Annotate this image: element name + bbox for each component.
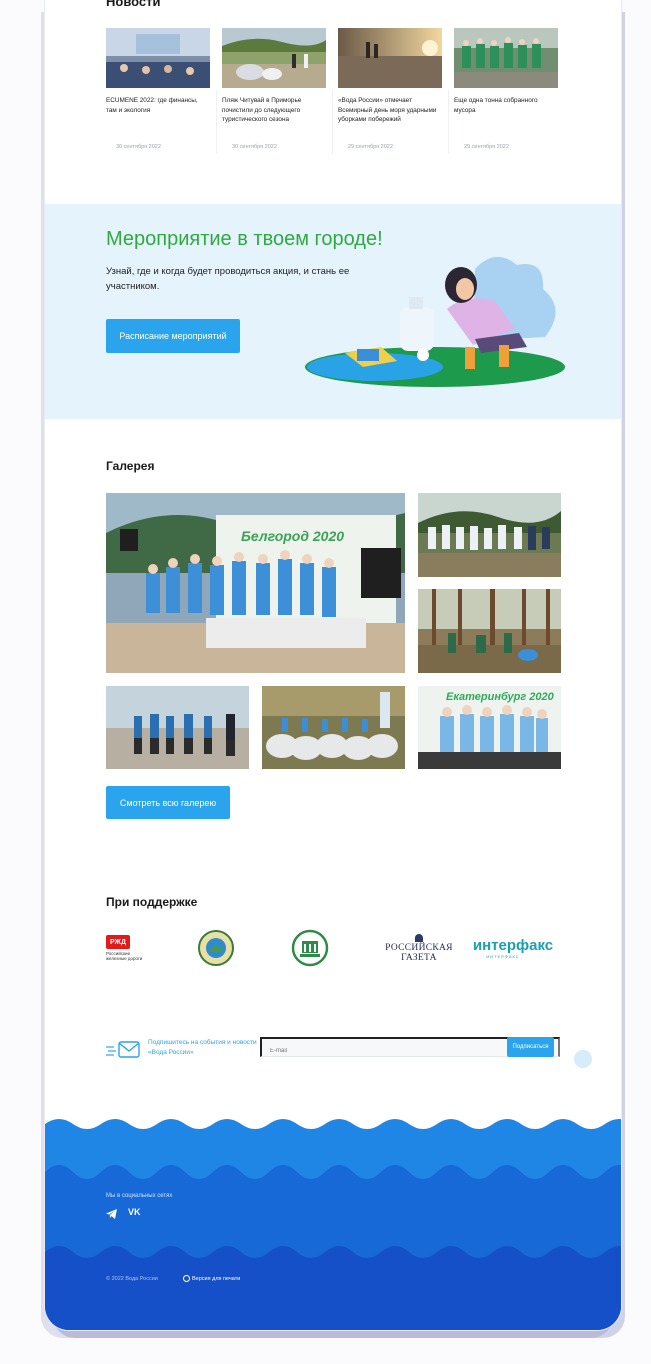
rzd-logo[interactable]: РЖД Российские железные дороги xyxy=(106,928,156,968)
rzd-logo-mark: РЖД xyxy=(106,935,130,949)
subscribe-caption: Подпишитесь на события и новости «Вода Р… xyxy=(148,1039,257,1056)
interfax-logo-text: интерфакс xyxy=(472,936,554,954)
ministry-emblem-icon xyxy=(291,929,329,967)
news-image-beach-cleanup[interactable] xyxy=(222,28,326,88)
emblem-icon xyxy=(198,930,234,966)
gallery-section-title: Галерея xyxy=(106,459,155,473)
gallery-photo-trash-bags[interactable] xyxy=(262,686,405,769)
rg-logo[interactable]: РОССИЙСКАЯ ГАЗЕТА xyxy=(379,928,459,968)
telegram-icon[interactable] xyxy=(106,1209,118,1219)
news-date: 30 сентября 2022 xyxy=(232,144,277,150)
rg-logo-text: РОССИЙСКАЯ ГАЗЕТА xyxy=(385,942,453,963)
volunteer-illustration xyxy=(305,256,565,387)
page-frame: Новости ECUMENE 2022: где финансы, там и… xyxy=(45,0,621,1330)
copyright-text: © 2022 Вода России xyxy=(106,1276,158,1282)
news-headline[interactable]: Еще одна тонна собранного мусора xyxy=(454,96,558,115)
gallery-photo-label: Екатеринбург 2020 xyxy=(446,691,555,703)
gallery-photo-forest-group[interactable] xyxy=(418,493,561,577)
partners-section-title: При поддержке xyxy=(106,895,198,909)
social-label: Мы в социальных сетях xyxy=(106,1193,173,1199)
news-headline[interactable]: «Вода России» отмечает Всемирный день мо… xyxy=(338,96,442,125)
rg-eagle-icon xyxy=(415,933,423,942)
news-card[interactable]: «Вода России» отмечает Всемирный день мо… xyxy=(332,28,442,156)
gallery-photo-label: Белгород 2020 xyxy=(241,528,344,544)
emblem-logo[interactable] xyxy=(195,928,237,968)
print-version-link[interactable]: Версия для печати xyxy=(192,1276,240,1282)
news-list: ECUMENE 2022: где финансы, там и экологи… xyxy=(106,28,561,156)
news-card[interactable]: Еще одна тонна собранного мусора 29 сент… xyxy=(448,28,558,156)
news-image-conference[interactable] xyxy=(106,28,210,88)
news-section-title: Новости xyxy=(106,0,161,9)
interfax-logo[interactable]: интерфакс ИНТЕРФАКС xyxy=(473,928,553,968)
gallery-photo-belgorod[interactable]: Белгород 2020 xyxy=(106,493,405,673)
gallery-photo-pine-forest[interactable] xyxy=(418,589,561,673)
event-schedule-button[interactable]: Расписание мероприятий xyxy=(106,319,240,353)
subscribe-button[interactable]: Подписаться xyxy=(507,1037,554,1057)
event-title: Мероприятие в твоем городе! xyxy=(106,228,383,250)
gallery-view-all-button[interactable]: Смотреть всю галерею xyxy=(106,786,230,819)
gallery-photo-lakeside[interactable] xyxy=(106,686,249,769)
vk-icon[interactable]: VK xyxy=(128,1207,146,1217)
event-banner: Мероприятие в твоем городе! Узнай, где и… xyxy=(45,204,621,419)
news-card[interactable]: ECUMENE 2022: где финансы, там и экологи… xyxy=(106,28,210,156)
ministry-logo[interactable] xyxy=(288,928,332,968)
news-image-volunteers[interactable] xyxy=(454,28,558,88)
scroll-top-button[interactable] xyxy=(574,1050,592,1068)
news-date: 29 сентября 2022 xyxy=(464,144,509,150)
news-headline[interactable]: ECUMENE 2022: где финансы, там и экологи… xyxy=(106,96,210,115)
news-date: 30 сентября 2022 xyxy=(116,144,161,150)
footer-waves xyxy=(45,1119,621,1330)
news-card[interactable]: Пляж Читувай в Приморье почистили до сле… xyxy=(216,28,326,156)
envelope-icon xyxy=(106,1041,140,1058)
interfax-logo-caption: ИНТЕРФАКС xyxy=(486,953,520,959)
rzd-logo-caption: Российские железные дороги xyxy=(106,951,143,961)
news-date: 29 сентября 2022 xyxy=(348,144,393,150)
news-image-sea-shore[interactable] xyxy=(338,28,442,88)
print-icon xyxy=(183,1275,190,1282)
news-headline[interactable]: Пляж Читувай в Приморье почистили до сле… xyxy=(222,96,326,125)
gallery-photo-ekaterinburg[interactable]: Екатеринбург 2020 xyxy=(418,686,561,769)
